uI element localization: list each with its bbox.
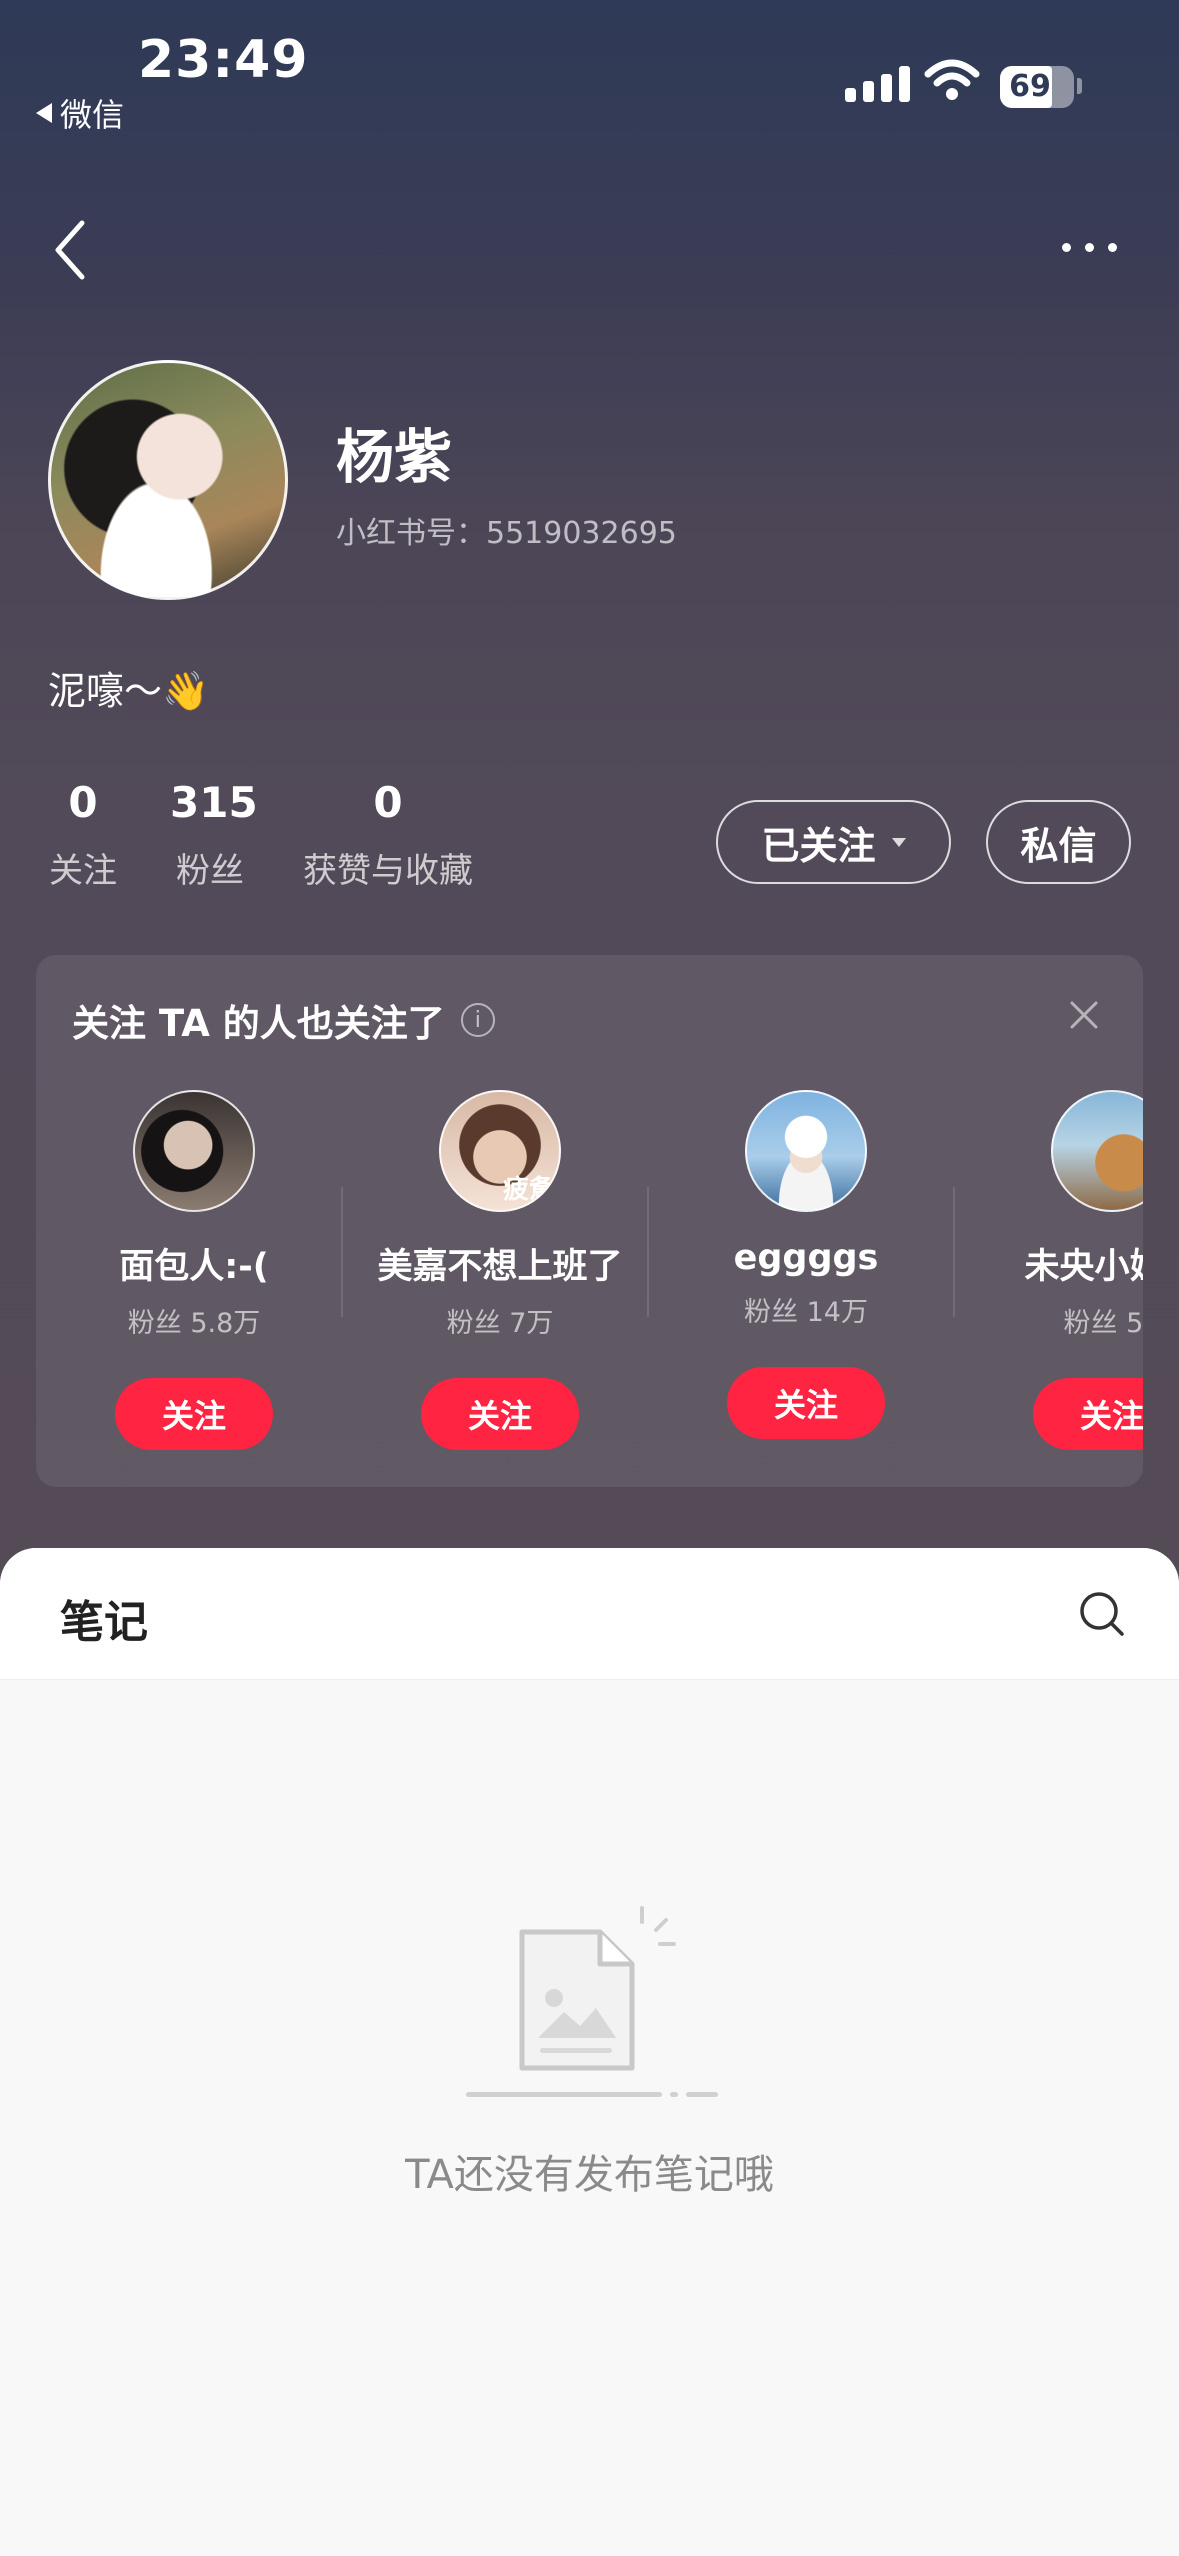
back-to-app-link[interactable]: 微信 [36,90,124,136]
recommend-avatar[interactable]: 疲惫 [439,1090,561,1212]
followed-button[interactable]: 已关注 [716,800,951,884]
recommend-user[interactable]: eggggs 粉丝 14万 关注 [656,1090,956,1439]
info-icon[interactable]: i [460,1003,495,1037]
tab-notes[interactable]: 笔记 [60,1586,148,1650]
stat-fans-count: 315 [170,778,258,827]
message-button[interactable]: 私信 [986,800,1131,884]
stat-likes-count: 0 [373,778,403,827]
recommend-user-name: 面包人:-( [119,1247,269,1287]
close-icon[interactable] [1066,997,1102,1033]
battery-nub [1077,78,1082,94]
recommend-user-fans: 粉丝 58 [1063,1308,1143,1339]
profile-bio: 泥嚎～👋 [48,669,210,713]
stat-fans[interactable]: 315 粉丝 [170,778,258,892]
empty-notes-text: TA还没有发布笔记哦 [405,2152,774,2198]
divider [953,1187,955,1317]
stat-following-label: 关注 [49,851,117,891]
caret-down-icon [891,837,906,847]
followed-label: 已关注 [761,823,876,868]
recommend-card: 关注 TA 的人也关注了 i 面包人:-( 粉丝 5.8万 关注 疲惫 美嘉不想… [36,955,1143,1487]
more-options-icon[interactable] [1062,232,1126,262]
stat-likes-label: 获赞与收藏 [303,851,473,891]
profile-name: 杨紫 [336,423,453,491]
stat-fans-label: 粉丝 [176,851,244,891]
recommend-user[interactable]: 面包人:-( 粉丝 5.8万 关注 [44,1090,344,1450]
follow-button[interactable]: 关注 [421,1378,579,1450]
recommend-user-name: 未央小姐在 [1024,1247,1143,1287]
recommend-user[interactable]: 未央小姐在 粉丝 58 关注 [962,1090,1143,1450]
recommend-user-name: eggggs [733,1238,879,1278]
follow-button[interactable]: 关注 [727,1367,885,1439]
recommend-user[interactable]: 疲惫 美嘉不想上班了 粉丝 7万 关注 [350,1090,650,1450]
recommend-user-name: 美嘉不想上班了 [377,1247,623,1287]
back-icon[interactable] [48,215,98,285]
follow-button[interactable]: 关注 [1033,1378,1143,1450]
stat-likes[interactable]: 0 获赞与收藏 [298,778,478,892]
avatar-tag: 疲惫 [502,1175,555,1205]
recommend-title-text: 关注 TA 的人也关注了 [72,1002,445,1045]
profile-id: 小红书号：5519032695 [336,516,677,551]
divider [647,1187,649,1317]
battery-icon: 69 [1000,66,1074,108]
recommend-title: 关注 TA 的人也关注了 i [72,993,495,1047]
follow-button[interactable]: 关注 [115,1378,273,1450]
battery-level: 69 [1009,69,1051,104]
recommend-avatar[interactable] [745,1090,867,1212]
divider [341,1187,343,1317]
cellular-signal-icon [845,66,910,102]
wifi-icon [924,59,980,100]
back-app-label: 微信 [60,96,125,134]
back-triangle-icon [36,103,52,123]
empty-notes-illustration-icon [466,1906,718,2097]
status-time: 23:49 [138,30,309,90]
recommend-avatar[interactable] [1051,1090,1143,1212]
search-icon[interactable] [1074,1586,1130,1642]
recommend-user-fans: 粉丝 5.8万 [127,1308,261,1339]
recommend-user-fans: 粉丝 14万 [744,1297,868,1328]
profile-avatar[interactable] [48,360,288,600]
stat-following-count: 0 [68,778,98,827]
stat-following[interactable]: 0 关注 [48,778,118,892]
recommend-user-fans: 粉丝 7万 [446,1308,554,1339]
notes-header: 笔记 [0,1548,1179,1680]
recommend-avatar[interactable] [133,1090,255,1212]
